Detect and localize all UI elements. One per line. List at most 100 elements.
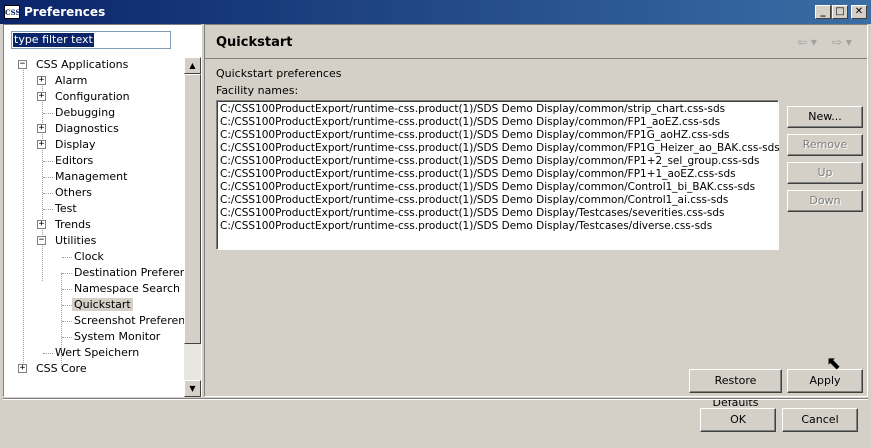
tree-item-label: Configuration [55,90,130,103]
tree-item-css-applications[interactable]: − CSS Applications [18,57,130,73]
expand-icon[interactable]: + [37,76,46,85]
tree-item-configuration[interactable]: + Configuration [37,89,132,105]
tree-connector [23,65,24,369]
preference-navigation: type filter text − CSS Applications + Al… [3,24,202,397]
tree-item-label: Namespace Search [74,282,181,295]
tree-item-clock[interactable]: Clock [72,249,106,265]
window-titlebar[interactable]: CSS Preferences _ □ ✕ [0,0,871,24]
back-arrow-icon[interactable]: ⇦ ▾ [797,35,817,49]
tree-item-label: Destination Preference [74,266,184,279]
tree-item-label: Alarm [55,74,88,87]
tree-item-label: Display [55,138,96,151]
window-title: Preferences [24,5,106,19]
tree-connector [43,113,53,114]
tree-item-test[interactable]: Test [53,201,79,217]
tree-item-debugging[interactable]: Debugging [53,105,117,121]
tree-connector [43,209,53,210]
tree-connector [43,193,53,194]
list-item[interactable]: C:/CSS100ProductExport/runtime-css.produ… [220,103,778,116]
tree-item-alarm[interactable]: + Alarm [37,73,89,89]
dialog-separator [3,398,868,400]
expand-icon[interactable]: + [37,92,46,101]
preference-page: Quickstart ⇦ ▾ ⇨ ▾ Quickstart preference… [204,24,868,409]
app-icon: CSS [4,5,21,19]
tree-item-diagnostics[interactable]: + Diagnostics [37,121,121,137]
tree-item-label: Diagnostics [55,122,119,135]
tree-item-quickstart[interactable]: Quickstart [72,297,133,313]
tree-item-label: Clock [74,250,104,263]
expand-icon[interactable]: + [37,124,46,133]
tree-connector [62,305,72,306]
list-item[interactable]: C:/CSS100ProductExport/runtime-css.produ… [220,194,778,207]
forward-arrow-icon[interactable]: ⇨ ▾ [832,35,852,49]
maximize-button[interactable]: □ [832,5,848,19]
ok-button[interactable]: OK [700,408,776,432]
tree-item-label: Debugging [55,106,116,119]
tree-item-screenshot-preference[interactable]: Screenshot Preference [72,313,184,329]
expand-icon[interactable]: + [37,220,46,229]
minimize-button[interactable]: _ [815,5,831,19]
tree-connector [42,81,43,281]
tree-connector [62,273,72,274]
tree-connector [43,177,53,178]
tree-item-display[interactable]: + Display [37,137,98,153]
page-header: Quickstart ⇦ ▾ ⇨ ▾ [205,25,867,59]
down-button[interactable]: Down [787,190,863,212]
list-item[interactable]: C:/CSS100ProductExport/runtime-css.produ… [220,181,778,194]
tree-item-label: Wert Speichern [55,346,140,359]
scrollbar-thumb[interactable] [184,74,201,344]
tree-item-system-monitor[interactable]: System Monitor [72,329,162,345]
filter-text: type filter text [13,33,94,47]
preference-tree: − CSS Applications + Alarm + Configurati… [4,57,184,397]
tree-connector [43,353,53,354]
dialog-body: type filter text − CSS Applications + Al… [3,24,868,445]
tree-item-label: Trends [55,218,91,231]
tree-item-label: Editors [55,154,94,167]
tree-item-utilities[interactable]: − Utilities [37,233,98,249]
expand-icon[interactable]: + [37,140,46,149]
tree-item-label: Utilities [55,234,97,247]
new-button[interactable]: New... [787,106,863,128]
remove-button[interactable]: Remove [787,134,863,156]
collapse-icon[interactable]: − [18,60,27,69]
tree-item-others[interactable]: Others [53,185,94,201]
page-title: Quickstart [216,35,293,50]
apply-button[interactable]: Apply [787,369,863,393]
tree-connector [62,257,72,258]
tree-connector [62,321,72,322]
facility-names-list[interactable]: C:/CSS100ProductExport/runtime-css.produ… [216,100,780,250]
expand-icon[interactable]: + [18,364,27,373]
tree-item-label: System Monitor [74,330,161,343]
tree-item-trends[interactable]: + Trends [37,217,93,233]
list-item[interactable]: C:/CSS100ProductExport/runtime-css.produ… [220,116,778,129]
restore-defaults-button[interactable]: Restore Defaults [689,369,782,409]
scroll-down-icon[interactable]: ▼ [184,380,201,397]
close-button[interactable]: ✕ [851,5,867,19]
collapse-icon[interactable]: − [37,236,46,245]
tree-item-namespace-search[interactable]: Namespace Search [72,281,182,297]
tree-item-wert-speichern[interactable]: Wert Speichern [53,345,141,361]
filter-input[interactable]: type filter text [11,31,171,49]
list-item[interactable]: C:/CSS100ProductExport/runtime-css.produ… [220,168,778,181]
tree-item-label: Management [55,170,128,183]
tree-connector [62,289,72,290]
up-button[interactable]: Up [787,162,863,184]
tree-connector [62,337,72,338]
tree-item-management[interactable]: Management [53,169,129,185]
tree-connector [43,161,53,162]
tree-item-destination-preference[interactable]: Destination Preference [72,265,184,281]
page-description: Quickstart preferences [216,67,342,80]
list-item[interactable]: C:/CSS100ProductExport/runtime-css.produ… [220,155,778,168]
list-item[interactable]: C:/CSS100ProductExport/runtime-css.produ… [220,220,778,233]
list-item[interactable]: C:/CSS100ProductExport/runtime-css.produ… [220,129,778,142]
tree-scrollbar[interactable]: ▲ ▼ [184,57,201,397]
tree-item-editors[interactable]: Editors [53,153,95,169]
tree-item-label: Test [55,202,77,215]
tree-item-label: CSS Core [36,362,87,375]
list-item[interactable]: C:/CSS100ProductExport/runtime-css.produ… [220,207,778,220]
tree-item-label: Screenshot Preference [74,314,184,327]
scroll-up-icon[interactable]: ▲ [184,57,201,74]
list-item[interactable]: C:/CSS100ProductExport/runtime-css.produ… [220,142,780,155]
cancel-button[interactable]: Cancel [782,408,858,432]
tree-item-css-core[interactable]: + CSS Core [18,361,89,377]
